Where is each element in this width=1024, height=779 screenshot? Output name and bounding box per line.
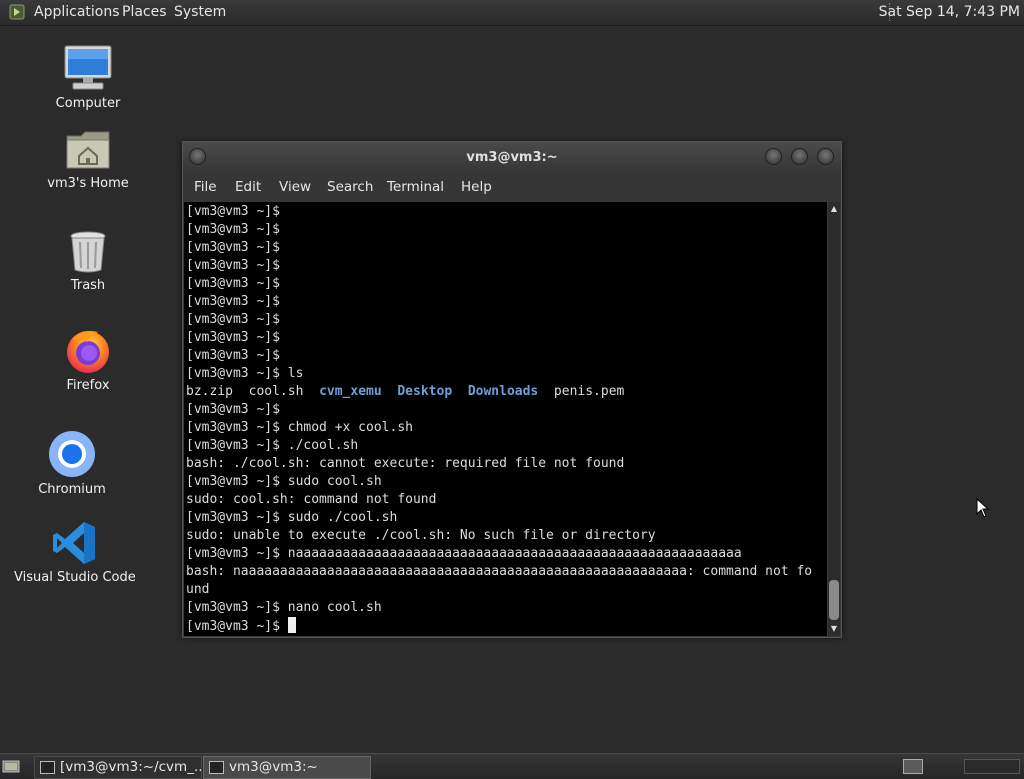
- terminal-line: [vm3@vm3 ~]$: [186, 276, 280, 291]
- terminal-line: [vm3@vm3 ~]$: [186, 330, 280, 345]
- terminal-scrollbar[interactable]: ▲ ▼: [828, 202, 840, 636]
- terminal-line: [vm3@vm3 ~]$ nano cool.sh: [186, 600, 382, 615]
- desktop-icon-vscode[interactable]: Visual Studio Code: [14, 520, 136, 585]
- desktop-icon-chromium[interactable]: Chromium: [12, 430, 132, 497]
- ls-file-entry: penis.pem: [553, 384, 625, 399]
- terminal-cursor: [287, 617, 296, 633]
- menu-file[interactable]: File: [194, 179, 217, 195]
- ls-file-entry: bz.zip: [186, 384, 233, 399]
- terminal-line: bash: ./cool.sh: cannot execute: require…: [186, 456, 625, 471]
- taskbar-item-cvm-terminal[interactable]: [vm3@vm3:~/cvm_...: [34, 756, 202, 779]
- workspace-switcher-2[interactable]: [964, 759, 1020, 774]
- terminal-line: [vm3@vm3 ~]$: [186, 222, 280, 237]
- desktop-icon-firefox[interactable]: Firefox: [28, 326, 148, 393]
- taskbar-item-label: vm3@vm3:~: [229, 759, 318, 775]
- scroll-up-arrow-icon[interactable]: ▲: [828, 204, 840, 214]
- taskbar-item-label: [vm3@vm3:~/cvm_...: [60, 759, 202, 775]
- window-titlebar[interactable]: vm3@vm3:~: [183, 142, 841, 172]
- menu-edit[interactable]: Edit: [235, 179, 261, 195]
- system-menu[interactable]: System: [174, 4, 226, 20]
- terminal-line: [vm3@vm3 ~]$: [186, 402, 280, 417]
- terminal-menubar: File Edit View Search Terminal Help: [183, 172, 841, 202]
- terminal-line: sudo: cool.sh: command not found: [186, 492, 437, 507]
- workspace-switcher-1[interactable]: [903, 759, 923, 774]
- clock[interactable]: Sat Sep 14, 7:43 PM: [879, 4, 1020, 20]
- terminal-line: [vm3@vm3 ~]$ sudo ./cool.sh: [186, 510, 398, 525]
- mouse-pointer-icon: [976, 498, 990, 518]
- menu-view[interactable]: View: [279, 179, 311, 195]
- terminal-line: bz.zip cool.sh cvm_xemu Desktop Download…: [186, 383, 812, 401]
- desktop-icon-computer[interactable]: Computer: [28, 44, 148, 111]
- menu-terminal[interactable]: Terminal: [387, 179, 444, 195]
- desktop-icon-label: Chromium: [38, 482, 106, 497]
- desktop-icon-label: Visual Studio Code: [14, 570, 136, 585]
- window-title: vm3@vm3:~: [466, 150, 558, 165]
- applications-menu[interactable]: Applications: [34, 4, 120, 20]
- terminal-line: [vm3@vm3 ~]$ ls: [186, 366, 304, 381]
- desktop-icon-label: vm3's Home: [47, 176, 129, 191]
- chromium-icon: [49, 431, 95, 477]
- desktop-icon-label: Computer: [55, 96, 121, 111]
- applications-logo-icon[interactable]: [9, 4, 25, 20]
- ls-file-entry: cool.sh: [248, 384, 304, 399]
- maximize-button[interactable]: [791, 148, 808, 165]
- terminal-line: [vm3@vm3 ~]$: [186, 617, 812, 635]
- terminal-line: [vm3@vm3 ~]$ ./cool.sh: [186, 438, 359, 453]
- places-menu[interactable]: Places: [122, 4, 167, 20]
- menu-help[interactable]: Help: [461, 179, 492, 195]
- home-folder-icon: [66, 131, 110, 169]
- desktop-icon-label: Trash: [70, 278, 106, 293]
- desktop-icon-label: Firefox: [66, 378, 110, 393]
- vscode-icon: [53, 522, 95, 564]
- desktop-icon-trash[interactable]: Trash: [28, 230, 148, 293]
- terminal-output[interactable]: [vm3@vm3 ~]$ [vm3@vm3 ~]$ [vm3@vm3 ~]$ [vm3…: [184, 202, 827, 636]
- ls-directory-entry: Desktop: [397, 384, 453, 399]
- terminal-line: [vm3@vm3 ~]$: [186, 240, 280, 255]
- terminal-window[interactable]: vm3@vm3:~ File Edit View Search Terminal…: [182, 141, 842, 638]
- ls-directory-entry: cvm_xemu: [319, 384, 382, 399]
- scroll-down-arrow-icon[interactable]: ▼: [828, 624, 840, 634]
- terminal-icon: [209, 761, 224, 774]
- desktop-icon-home[interactable]: vm3's Home: [28, 128, 148, 191]
- terminal-line: bash: naaaaaaaaaaaaaaaaaaaaaaaaaaaaaaaaa…: [186, 564, 813, 579]
- terminal-line: [vm3@vm3 ~]$ naaaaaaaaaaaaaaaaaaaaaaaaaa…: [186, 546, 742, 561]
- bottom-panel: [vm3@vm3:~/cvm_... vm3@vm3:~: [0, 753, 1024, 779]
- close-button[interactable]: [817, 148, 834, 165]
- terminal-line: sudo: unable to execute ./cool.sh: No su…: [186, 528, 656, 543]
- terminal-line: [vm3@vm3 ~]$: [186, 204, 280, 219]
- scroll-thumb[interactable]: [829, 580, 839, 620]
- terminal-icon: [40, 761, 55, 774]
- show-desktop-icon[interactable]: [2, 757, 20, 775]
- trash-icon: [70, 231, 106, 273]
- computer-icon: [64, 45, 112, 90]
- terminal-line: und: [186, 582, 210, 597]
- terminal-line: [vm3@vm3 ~]$: [186, 258, 280, 273]
- menu-search[interactable]: Search: [327, 179, 373, 195]
- terminal-lines: [vm3@vm3 ~]$ [vm3@vm3 ~]$ [vm3@vm3 ~]$ [vm3…: [186, 203, 812, 635]
- taskbar-item-vm3-terminal[interactable]: vm3@vm3:~: [203, 756, 371, 779]
- terminal-line: [vm3@vm3 ~]$: [186, 294, 280, 309]
- minimize-button[interactable]: [765, 148, 782, 165]
- terminal-line: [vm3@vm3 ~]$: [186, 348, 280, 363]
- terminal-line: [vm3@vm3 ~]$: [186, 312, 280, 327]
- terminal-line: [vm3@vm3 ~]$ chmod +x cool.sh: [186, 420, 413, 435]
- top-panel: Applications Places System Sat Sep 14, 7…: [0, 0, 1024, 26]
- firefox-icon: [67, 331, 109, 373]
- terminal-line: [vm3@vm3 ~]$ sudo cool.sh: [186, 474, 382, 489]
- ls-directory-entry: Downloads: [467, 384, 539, 399]
